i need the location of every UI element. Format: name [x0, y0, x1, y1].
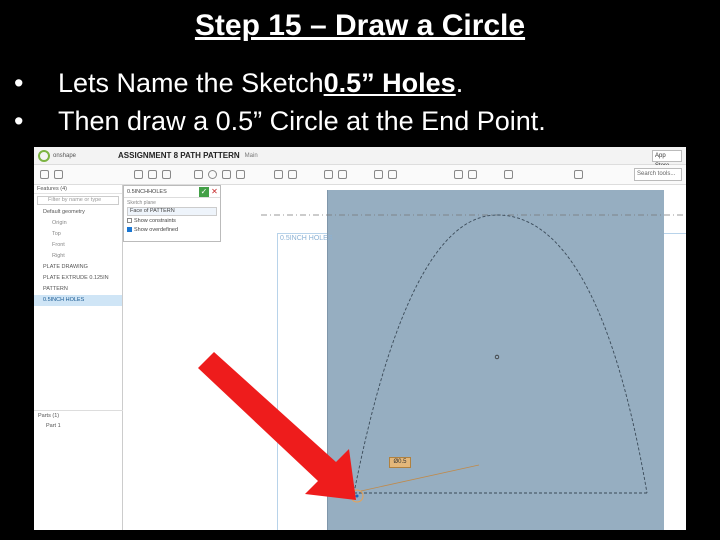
circle-dimension[interactable]: Ø0.5 — [389, 457, 411, 468]
bullet-item: • Then draw a 0.5” Circle at the End Poi… — [14, 102, 714, 140]
feature-item-default-geometry[interactable]: Default geometry — [34, 207, 122, 218]
arc-icon[interactable] — [236, 170, 245, 179]
pattern-icon[interactable] — [468, 170, 477, 179]
bullet-dot: • — [14, 68, 24, 98]
sketch-dialog: 0.5INCHHOLES ✓ ✕ Sketch plane Face of PA… — [123, 185, 221, 242]
mirror-icon[interactable] — [388, 170, 397, 179]
end-point[interactable] — [355, 494, 359, 498]
app-store-button[interactable]: App Store — [652, 150, 682, 169]
bullet-dot: • — [14, 106, 24, 136]
workspace-name[interactable]: Main — [245, 153, 258, 159]
use-icon[interactable] — [504, 170, 513, 179]
trim-icon[interactable] — [374, 170, 383, 179]
search-tools-input[interactable]: Search tools... — [634, 168, 682, 181]
circle-tool-icon[interactable] — [208, 170, 217, 179]
feature-item-holes-sketch[interactable]: 0.5INCH HOLES — [34, 295, 122, 306]
constraint-icon[interactable] — [338, 170, 347, 179]
redo-icon[interactable] — [54, 170, 63, 179]
features-header: Features (4) — [34, 185, 122, 194]
feature-item-front[interactable]: Front — [34, 240, 122, 251]
part-item[interactable]: Part 1 — [34, 421, 61, 432]
onshape-logo-icon — [38, 149, 50, 162]
option-label: Show constraints — [134, 218, 176, 224]
bullet-text: Then draw a 0.5” Circle at the End Point… — [58, 106, 546, 136]
dimension-icon[interactable] — [324, 170, 333, 179]
onshape-screenshot: onshape ASSIGNMENT 8 PATH PATTERN Main A… — [34, 147, 686, 530]
sketch-icon[interactable] — [134, 170, 143, 179]
line-icon[interactable] — [194, 170, 203, 179]
center-point[interactable] — [494, 354, 500, 360]
dimension-leader — [360, 464, 480, 492]
close-icon[interactable]: ✕ — [210, 187, 219, 197]
point-icon[interactable] — [288, 170, 297, 179]
title-bar: onshape ASSIGNMENT 8 PATH PATTERN Main A… — [34, 147, 686, 169]
feature-item-top[interactable]: Top — [34, 229, 122, 240]
feature-item-origin[interactable]: Origin — [34, 218, 122, 229]
feature-item-plate-extrude[interactable]: PLATE EXTRUDE 0.125IN — [34, 273, 122, 284]
feature-filter-input[interactable]: Filter by name or type — [37, 196, 119, 205]
show-overdefined-option[interactable]: Show overdefined — [124, 226, 220, 235]
offset-icon[interactable] — [454, 170, 463, 179]
checkbox-icon[interactable] — [127, 218, 132, 224]
bullet-emphasis: 0.5” Holes — [323, 68, 456, 98]
show-constraints-option[interactable]: Show constraints — [124, 217, 220, 226]
extrude-icon[interactable] — [148, 170, 157, 179]
feature-item-pattern[interactable]: PATTERN — [34, 284, 122, 295]
logo-text: onshape — [53, 152, 77, 159]
path-curve — [353, 214, 648, 494]
slide-title: Step 15 – Draw a Circle — [194, 9, 526, 42]
feature-list-panel: Features (4) Filter by name or type Defa… — [34, 185, 123, 530]
bullet-item: • Lets Name the Sketch 0.5” Holes. — [14, 64, 714, 102]
accept-icon[interactable]: ✓ — [199, 187, 209, 197]
bullet-text: Lets Name the Sketch — [58, 68, 324, 98]
bullet-text-end: . — [455, 68, 464, 98]
sketch-plane-caption: Sketch plane — [127, 200, 156, 206]
feature-toolbar: Search tools... — [34, 165, 686, 185]
feature-item-right[interactable]: Right — [34, 251, 122, 262]
feature-item-plate-drawing[interactable]: PLATE DRAWING — [34, 262, 122, 273]
revolve-icon[interactable] — [162, 170, 171, 179]
rectangle-icon[interactable] — [222, 170, 231, 179]
spline-icon[interactable] — [274, 170, 283, 179]
measure-icon[interactable] — [574, 170, 583, 179]
option-label: Show overdefined — [134, 227, 179, 233]
document-title: ASSIGNMENT 8 PATH PATTERN — [118, 151, 240, 160]
sketch-plane-field[interactable]: Face of PATTERN — [127, 207, 217, 216]
bullet-list: • Lets Name the Sketch 0.5” Holes. • The… — [14, 64, 714, 140]
parts-header[interactable]: Parts (1) — [34, 410, 123, 421]
checkbox-icon[interactable] — [127, 227, 132, 233]
undo-icon[interactable] — [40, 170, 49, 179]
